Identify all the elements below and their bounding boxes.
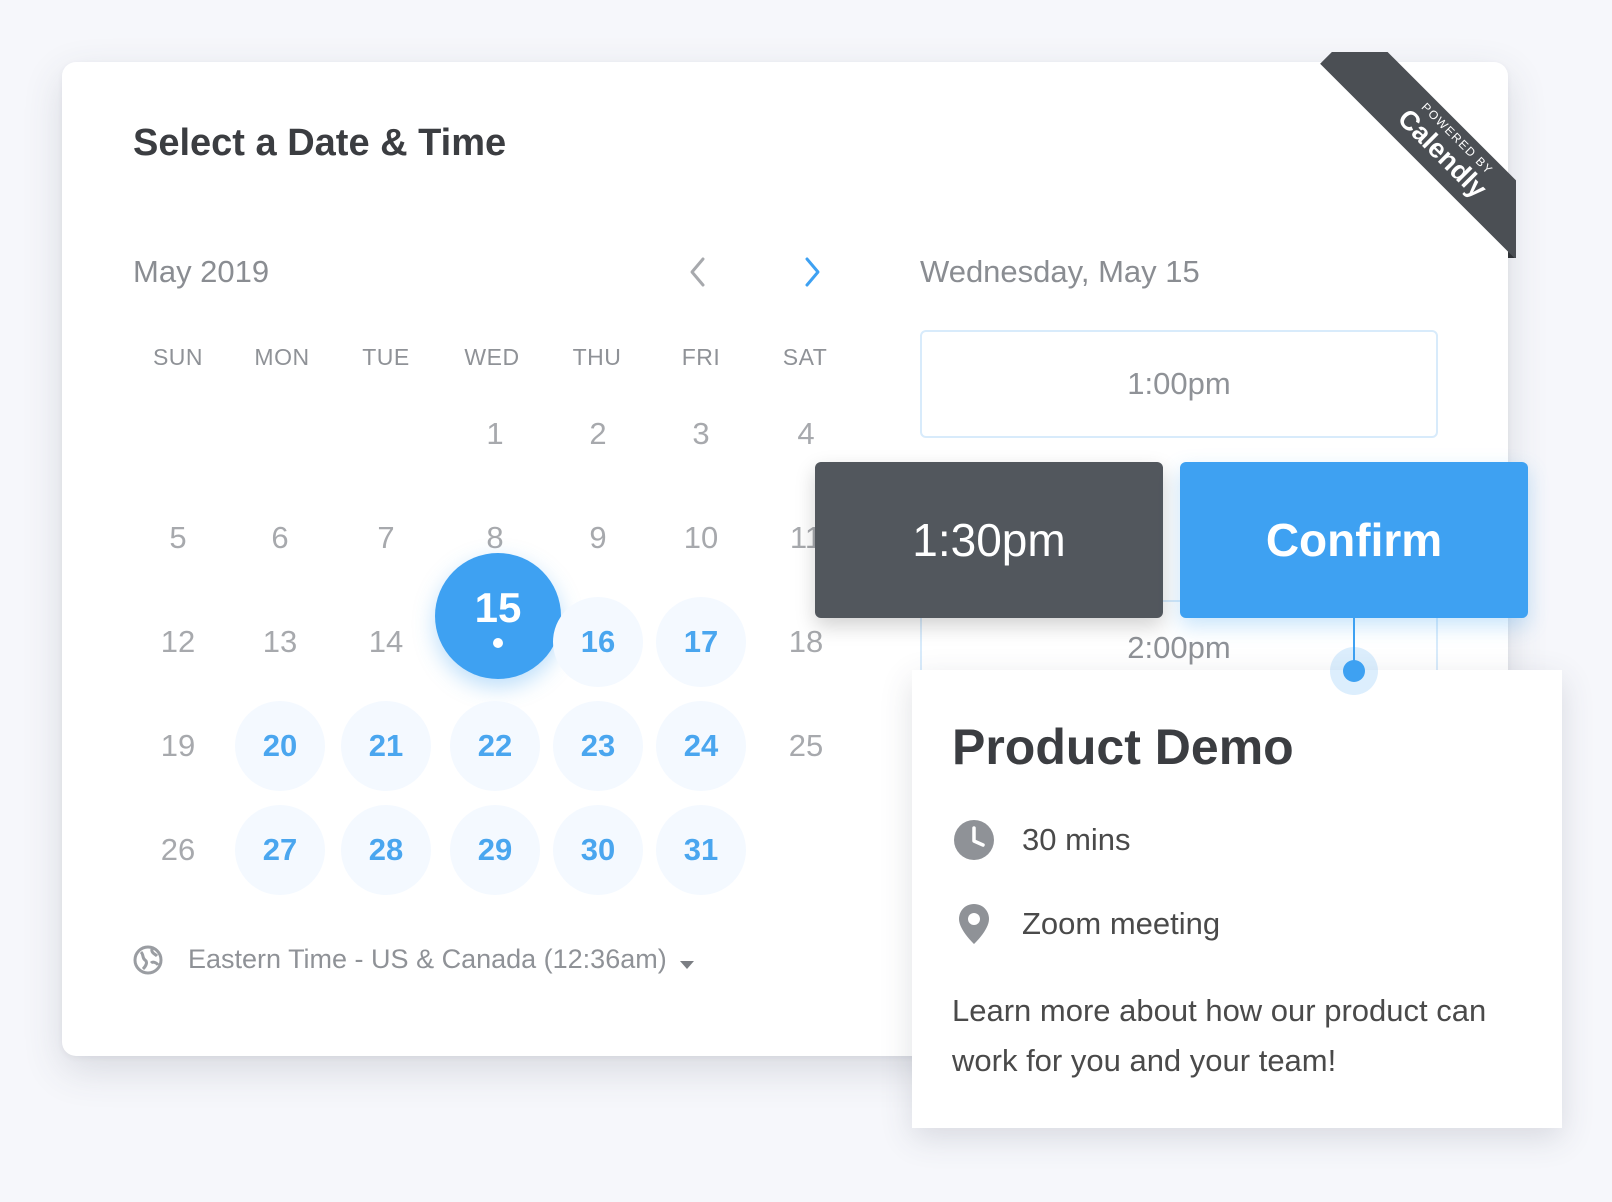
time-slot-button[interactable]: 1:00pm <box>920 330 1438 438</box>
weekday-wed: WED <box>464 344 520 370</box>
calendar-day-2: 2 <box>589 416 607 451</box>
month-label: May 2019 <box>133 254 270 289</box>
calendar-day-7: 7 <box>377 520 395 555</box>
powered-by-ribbon[interactable]: POWERED BY Calendly <box>1292 52 1516 258</box>
calendar-day-26: 26 <box>160 832 196 867</box>
prev-month-button[interactable] <box>678 252 718 292</box>
calendar-day-9: 9 <box>589 520 607 555</box>
selected-time-slot[interactable]: 1:30pm <box>815 462 1163 618</box>
stage: POWERED BY Calendly Select a Date & Time… <box>0 0 1612 1202</box>
selected-date-label: Wednesday, May 15 <box>920 254 1200 289</box>
event-location: Zoom meeting <box>1022 906 1221 941</box>
calendar-day-16[interactable]: 16 <box>553 597 643 687</box>
calendar-day-14: 14 <box>368 624 404 659</box>
caret-down-icon <box>679 960 694 969</box>
calendar-day-17[interactable]: 17 <box>656 597 746 687</box>
clock-icon <box>952 818 996 862</box>
calendar-day-27[interactable]: 27 <box>235 805 325 895</box>
calendar-day-22[interactable]: 22 <box>450 701 540 791</box>
event-title: Product Demo <box>952 719 1294 775</box>
event-location-row: Zoom meeting <box>952 902 1522 946</box>
calendar-day-20[interactable]: 20 <box>235 701 325 791</box>
calendar-day-1: 1 <box>486 416 504 451</box>
event-details-card: Product Demo 30 mins Zoom meeting Learn … <box>912 670 1562 1128</box>
calendar-day-19: 19 <box>160 728 196 763</box>
weekday-thu: THU <box>572 344 622 370</box>
timezone-selector[interactable]: Eastern Time - US & Canada (12:36am) <box>133 944 695 975</box>
calendar-day-23[interactable]: 23 <box>553 701 643 791</box>
calendar-day-15-selected[interactable]: 15 <box>435 553 561 679</box>
calendar-day-6: 6 <box>271 520 289 555</box>
event-duration-row: 30 mins <box>952 818 1522 862</box>
page-title: Select a Date & Time <box>133 122 507 164</box>
chevron-right-icon <box>805 257 820 287</box>
selected-day-dot <box>493 638 503 648</box>
calendar-day-13: 13 <box>262 624 298 659</box>
calendar-day-31[interactable]: 31 <box>656 805 746 895</box>
chevron-left-icon <box>690 257 705 287</box>
calendar-day-10: 10 <box>683 520 719 555</box>
event-duration: 30 mins <box>1022 822 1131 857</box>
calendar-day-21[interactable]: 21 <box>341 701 431 791</box>
calendar-day-24[interactable]: 24 <box>656 701 746 791</box>
weekday-fri: FRI <box>681 344 721 370</box>
weekday-sat: SAT <box>782 344 828 370</box>
calendar-day-29[interactable]: 29 <box>450 805 540 895</box>
calendar-day-12: 12 <box>160 624 196 659</box>
calendar-day-28[interactable]: 28 <box>341 805 431 895</box>
connector-dot <box>1330 647 1378 695</box>
ribbon-band: POWERED BY Calendly <box>1320 52 1516 258</box>
calendar-day-30[interactable]: 30 <box>553 805 643 895</box>
confirm-button[interactable]: Confirm <box>1180 462 1528 618</box>
timezone-label: Eastern Time - US & Canada (12:36am) <box>188 944 667 974</box>
globe-icon <box>133 945 163 974</box>
calendar-day-3: 3 <box>692 416 710 451</box>
ribbon-brand-text: Calendly <box>1392 103 1493 204</box>
event-description: Learn more about how our product can wor… <box>952 993 1487 1078</box>
calendar-day-5: 5 <box>169 520 187 555</box>
weekday-mon: MON <box>254 344 310 370</box>
calendar-day-25: 25 <box>788 728 824 763</box>
weekday-sun: SUN <box>152 344 204 370</box>
next-month-button[interactable] <box>792 252 832 292</box>
selected-day-number: 15 <box>474 584 522 631</box>
weekday-tue: TUE <box>362 344 410 370</box>
map-pin-icon <box>952 902 996 946</box>
